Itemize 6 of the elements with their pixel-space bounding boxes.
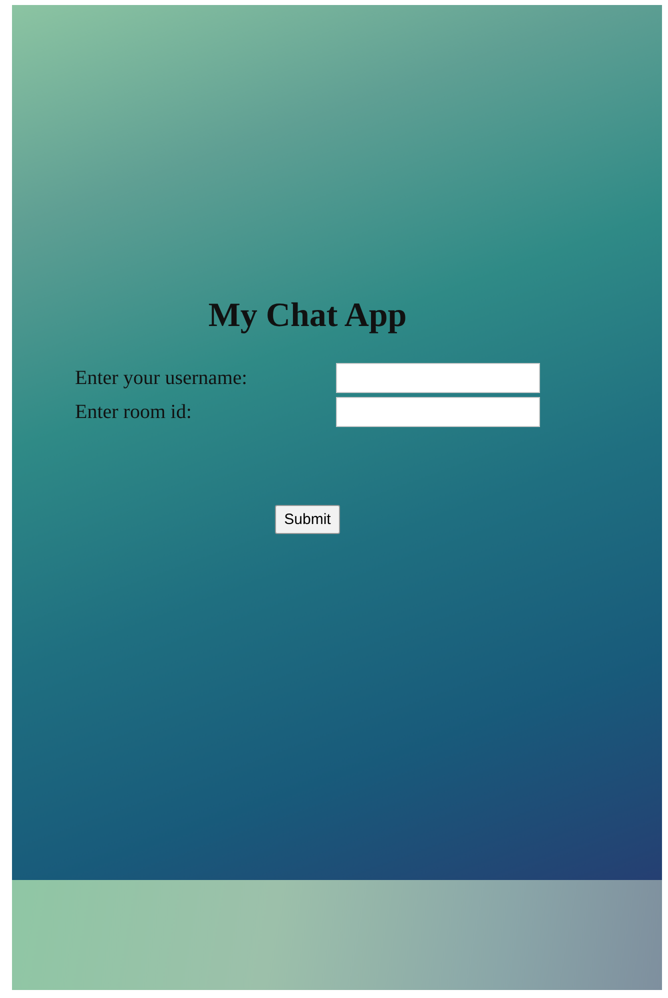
submit-button[interactable]: Submit	[275, 505, 340, 534]
input-field[interactable]	[336, 397, 540, 427]
field-label: Enter your username:	[75, 366, 248, 390]
field-label: Enter room id:	[75, 400, 193, 424]
input-field[interactable]	[336, 363, 540, 393]
app-title: My Chat App	[207, 297, 408, 335]
